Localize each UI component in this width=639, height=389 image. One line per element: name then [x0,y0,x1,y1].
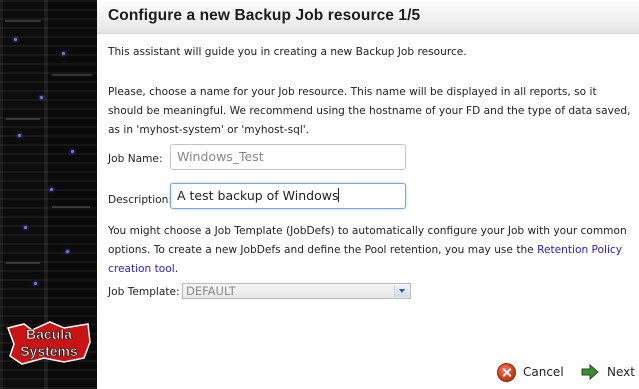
logo-line-2: Systems [20,343,78,359]
template-help-end: . [174,263,179,275]
chevron-down-icon[interactable] [394,285,409,297]
rack-led [14,38,17,41]
job-name-label: Job Name: [108,153,163,165]
job-template-select[interactable]: DEFAULT [182,283,411,299]
bacula-systems-logo: Bacula Systems [7,321,91,365]
job-template-label: Job Template: [108,286,180,298]
next-button[interactable]: Next [580,360,635,384]
rack-led [40,96,43,99]
rack-led [50,188,53,191]
rack-led [24,226,27,229]
arrow-right-icon [581,364,599,380]
wizard-header: Configure a new Backup Job resource 1/5 [97,0,639,34]
page-title: Configure a new Backup Job resource 1/5 [108,7,421,24]
next-label: Next [607,365,635,379]
job-template-selected: DEFAULT [186,284,236,298]
logo-line-1: Bacula [26,326,72,342]
job-name-value: Windows_Test [177,149,264,164]
cancel-icon [497,362,516,382]
description-input[interactable]: A test backup of Windows [170,183,406,209]
rack-led [18,134,21,137]
rack-led [71,150,74,153]
template-help-text: You might choose a Job Template (JobDefs… [108,222,633,279]
job-name-input[interactable]: Windows_Test [170,144,406,170]
text-caret [338,188,340,202]
description-label: Description: [108,194,172,206]
cancel-button[interactable]: Cancel [497,360,564,384]
intro-text: This assistant will guide you in creatin… [108,46,467,58]
rack-slot [6,262,40,264]
description-value: A test backup of Windows [177,188,339,203]
rack-led [62,52,65,55]
rack-led [34,282,37,285]
wizard-panel: Configure a new Backup Job resource 1/5 … [97,0,639,389]
server-rack-image: Bacula Systems [0,0,97,389]
rack-slot [5,20,41,22]
rack-led [66,250,69,253]
cancel-label: Cancel [523,365,564,379]
name-help-text: Please, choose a name for your Job resou… [108,86,631,136]
rack-slot [6,118,40,120]
rack-slot [52,206,90,208]
rack-slot [52,74,92,76]
